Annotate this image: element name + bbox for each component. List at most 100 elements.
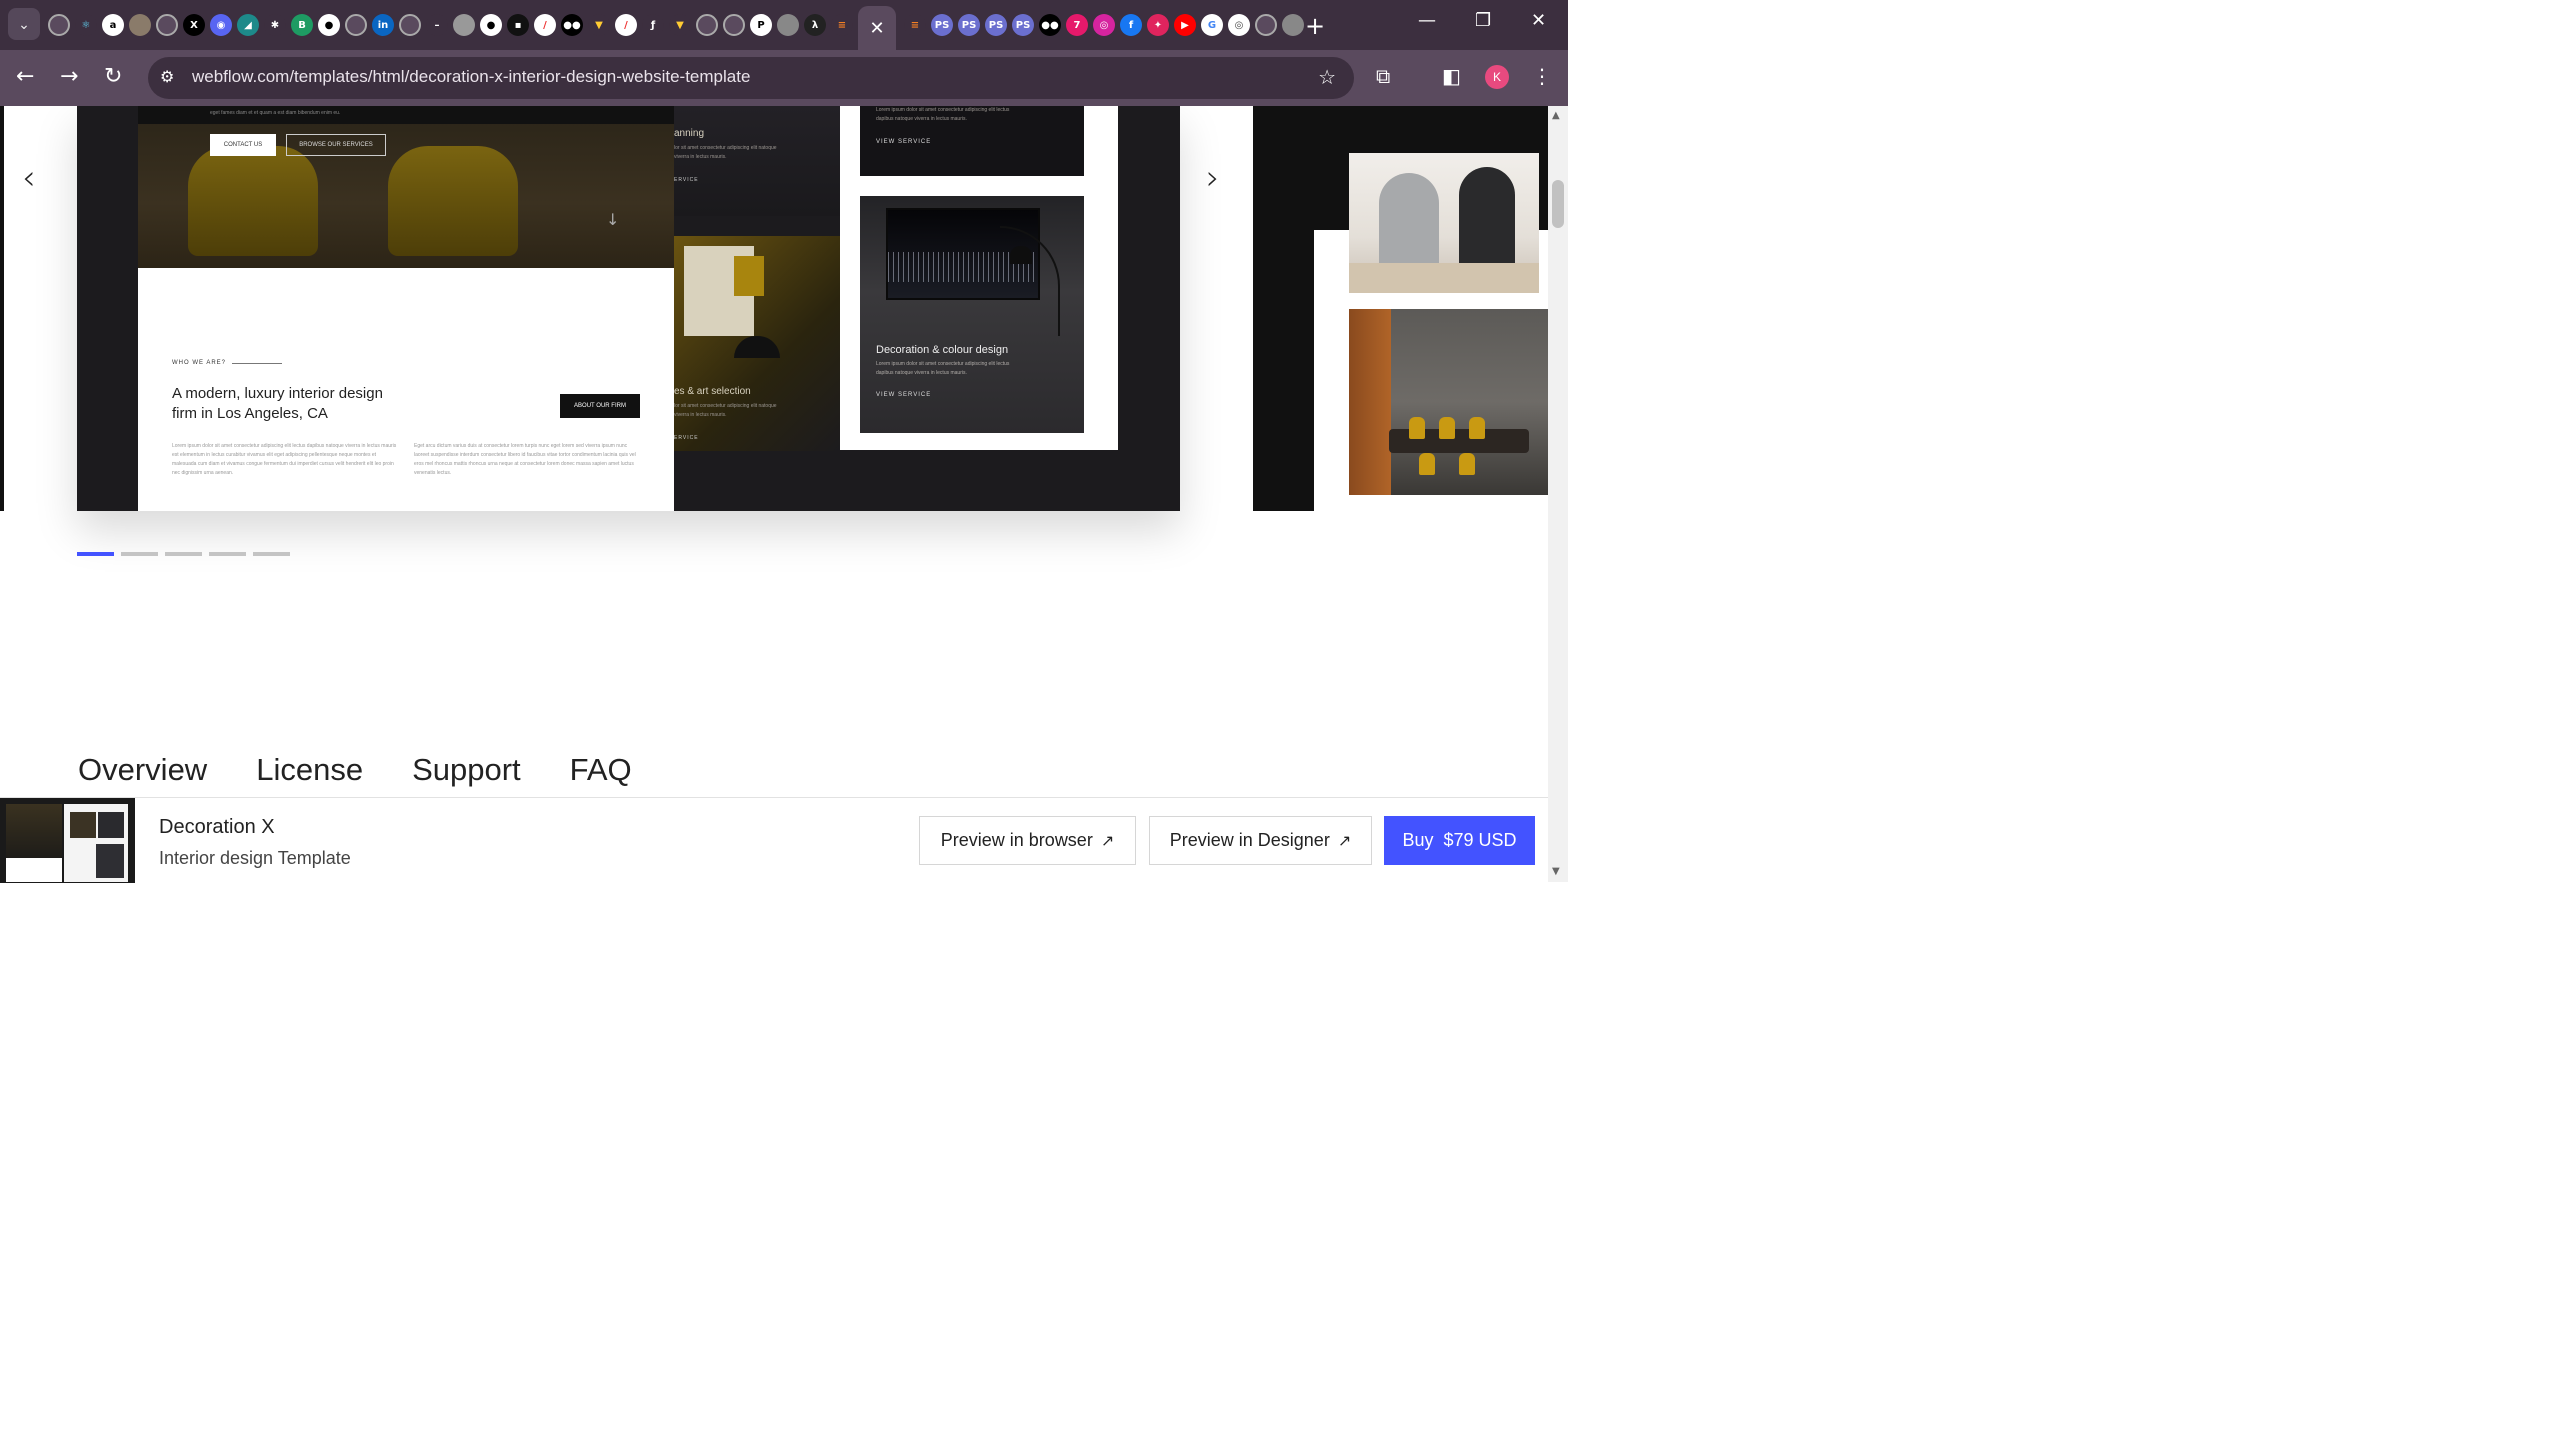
- tab-favicon-generic-3[interactable]: [345, 14, 367, 36]
- tab-favicon-ps-4[interactable]: PS: [1012, 14, 1034, 36]
- extensions-icon[interactable]: ⧉: [1376, 64, 1390, 88]
- dining-chair: [1439, 417, 1455, 439]
- planning-title: anning: [674, 128, 705, 139]
- hero-caption: eget fames diam et et quam a est diam bi…: [210, 110, 341, 116]
- tab-favicon-slash-2[interactable]: /: [615, 14, 637, 36]
- forward-button[interactable]: →: [60, 64, 78, 89]
- tab-favicon-terminal[interactable]: ▪: [507, 14, 529, 36]
- scroll-up-icon[interactable]: ▲: [1552, 110, 1560, 121]
- tab-favicon-slash[interactable]: /: [534, 14, 556, 36]
- tab-favicon-generic-5[interactable]: [696, 14, 718, 36]
- tab-favicon-figma[interactable]: ƒ: [642, 14, 664, 36]
- decor-desc: Lorem ipsum dolor sit amet consectetur a…: [876, 361, 1010, 376]
- tab-favicon-generic-6[interactable]: [723, 14, 745, 36]
- tab-favicon-facebook[interactable]: f: [1120, 14, 1142, 36]
- browser-tab-bar: ⌄ ⚛ a X ◉ ◢ ✱ B ● in – ● ▪ / ●● ▼ / ƒ ▼ …: [0, 0, 1568, 50]
- preview-in-designer-button[interactable]: Preview in Designer ↗: [1149, 816, 1372, 865]
- tab-favicon-avatar[interactable]: [129, 14, 151, 36]
- art-title: es & art selection: [674, 386, 751, 397]
- planning-desc: lor sit amet consectetur adipiscing elit…: [674, 145, 777, 160]
- buy-button[interactable]: Buy $79 USD: [1384, 816, 1535, 865]
- tab-search-button[interactable]: ⌄: [8, 8, 40, 40]
- tab-favicon-generic-7[interactable]: [1255, 14, 1277, 36]
- tab-favicon-generic-4[interactable]: [399, 14, 421, 36]
- scroll-down-icon[interactable]: ▼: [1552, 866, 1560, 877]
- desk-samples: [1349, 263, 1539, 293]
- tab-favicon-red[interactable]: ✦: [1147, 14, 1169, 36]
- hero-chair-left: [188, 146, 318, 256]
- carousel-dot[interactable]: [209, 552, 246, 556]
- tab-favicon-pink[interactable]: 7: [1066, 14, 1088, 36]
- tab-support[interactable]: Support: [412, 752, 521, 788]
- bookmark-star-icon[interactable]: ☆: [1318, 65, 1336, 89]
- about-firm-button: ABOUT OUR FIRM: [560, 394, 640, 418]
- tab-favicon-ps-3[interactable]: PS: [985, 14, 1007, 36]
- about-title: A modern, luxury interior design firm in…: [172, 385, 383, 422]
- tab-favicon-stackoverflow-2[interactable]: ≡: [904, 14, 926, 36]
- tab-favicon-stackoverflow[interactable]: ≡: [831, 14, 853, 36]
- restore-icon[interactable]: ❐: [1475, 10, 1491, 31]
- tab-favicon-react[interactable]: ⚛: [75, 14, 97, 36]
- tab-favicon-generic[interactable]: [48, 14, 70, 36]
- reload-button[interactable]: ↻: [104, 64, 122, 89]
- tab-favicon-chrome[interactable]: ◎: [1228, 14, 1250, 36]
- carousel-prev-icon[interactable]: ‹: [22, 158, 36, 198]
- carousel-dot[interactable]: [77, 552, 114, 556]
- minimize-icon[interactable]: —: [1418, 10, 1436, 31]
- carousel-dot[interactable]: [253, 552, 290, 556]
- tab-favicon-vite-2[interactable]: ▼: [669, 14, 691, 36]
- service-card-decoration: Decoration & colour design Lorem ipsum d…: [860, 196, 1084, 433]
- tab-favicon-generic-2[interactable]: [156, 14, 178, 36]
- tab-favicon-globe[interactable]: [777, 14, 799, 36]
- side-panel-icon[interactable]: ◧: [1442, 64, 1461, 88]
- tab-favicon-b[interactable]: B: [291, 14, 313, 36]
- scroll-thumb[interactable]: [1552, 180, 1564, 228]
- tab-favicon-x[interactable]: X: [183, 14, 205, 36]
- tab-favicon-teal[interactable]: ◢: [237, 14, 259, 36]
- tab-favicon-google[interactable]: G: [1201, 14, 1223, 36]
- tab-favicon-lambda[interactable]: λ: [804, 14, 826, 36]
- browser-menu-icon[interactable]: ⋮: [1532, 64, 1552, 88]
- tab-favicon-gray[interactable]: [453, 14, 475, 36]
- tab-favicon-instagram[interactable]: ◎: [1093, 14, 1115, 36]
- new-tab-button[interactable]: +: [1305, 12, 1325, 40]
- carousel-dot[interactable]: [121, 552, 158, 556]
- tab-favicon-github-2[interactable]: ●: [480, 14, 502, 36]
- tab-favicon-asterisk[interactable]: ✱: [264, 14, 286, 36]
- tab-favicon-vite[interactable]: ▼: [588, 14, 610, 36]
- carousel-dot[interactable]: [165, 552, 202, 556]
- window-close-icon[interactable]: ✕: [1531, 10, 1546, 31]
- carousel-next-icon[interactable]: ›: [1206, 158, 1220, 198]
- tab-favicon-youtube[interactable]: ▶: [1174, 14, 1196, 36]
- back-button[interactable]: ←: [16, 64, 34, 89]
- dining-chair: [1469, 417, 1485, 439]
- tab-favicon-discord[interactable]: ◉: [210, 14, 232, 36]
- active-tab[interactable]: ✕: [858, 6, 896, 50]
- tab-overview[interactable]: Overview: [78, 752, 207, 788]
- profile-avatar[interactable]: K: [1485, 65, 1509, 89]
- page-scrollbar[interactable]: ▲ ▼: [1548, 106, 1568, 882]
- tab-favicon-linkedin[interactable]: in: [372, 14, 394, 36]
- preview-in-browser-button[interactable]: Preview in browser ↗: [919, 816, 1136, 865]
- tab-favicon-ps[interactable]: PS: [931, 14, 953, 36]
- tab-favicon-globe-2[interactable]: [1282, 14, 1304, 36]
- dining-chair: [1419, 453, 1435, 475]
- url-text[interactable]: webflow.com/templates/html/decoration-x-…: [192, 67, 750, 87]
- planning-link: ERVICE: [674, 177, 699, 183]
- tab-faq[interactable]: FAQ: [570, 752, 632, 788]
- tab-favicon-dash[interactable]: –: [426, 14, 448, 36]
- top-card-desc: Lorem ipsum dolor sit amet consectetur a…: [876, 107, 1010, 122]
- contact-button: CONTACT US: [210, 134, 276, 156]
- tab-favicon-medium-2[interactable]: ●●: [1039, 14, 1061, 36]
- tab-favicon-amazon[interactable]: a: [102, 14, 124, 36]
- tab-favicon-github[interactable]: ●: [318, 14, 340, 36]
- close-icon[interactable]: ✕: [869, 18, 884, 39]
- tab-favicon-ps-2[interactable]: PS: [958, 14, 980, 36]
- carousel-dots: [77, 552, 290, 556]
- webpage: eget fames diam et et quam a est diam bi…: [0, 106, 1548, 882]
- address-bar[interactable]: ⚙ webflow.com/templates/html/decoration-…: [148, 57, 1354, 99]
- tab-favicon-medium[interactable]: ●●: [561, 14, 583, 36]
- tab-license[interactable]: License: [256, 752, 363, 788]
- tab-favicon-p[interactable]: P: [750, 14, 772, 36]
- site-info-icon[interactable]: ⚙: [160, 67, 174, 86]
